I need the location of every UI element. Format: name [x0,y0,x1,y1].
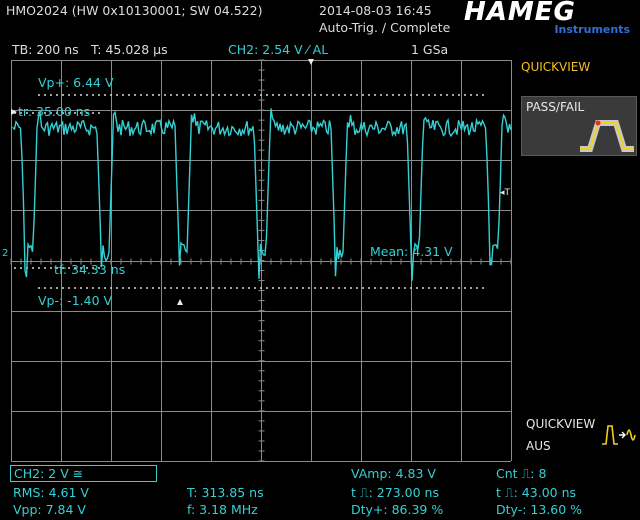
quickview-off-label[interactable]: AUS [526,439,551,453]
trigger-position-marker [308,59,314,65]
amplitude-value: VAmp: 4.83 V [351,466,436,481]
rise-time-label: tr: 35.00 ns [18,104,91,119]
passfail-label: PASS/FAIL [526,100,585,114]
rms-value: RMS: 4.61 V [13,485,89,500]
graticule [10,59,512,462]
fall-time-label: tf: 34.33 ns [54,262,126,277]
quickview-icon[interactable] [600,420,638,450]
period-value: T: 313.85 ns [187,485,264,500]
channel-2-setting[interactable]: CH2: 2 V ≅ [10,465,157,482]
passfail-button[interactable]: PASS/FAIL [521,96,637,156]
vp-plus-label: Vp+: 6.44 V [38,75,114,90]
vp-minus-label: Vp-: -1.40 V [38,293,113,308]
trigger-level-marker: ◂T [500,188,511,198]
count-value: Cnt ⎍: 8 [496,466,547,481]
negative-duty-value: Dty-: 13.60 % [496,502,583,517]
quickview-title[interactable]: QUICKVIEW [521,60,590,74]
positive-width-value: t ⎍: 273.00 ns [351,485,439,500]
quickview-label: QUICKVIEW [526,417,596,431]
mean-label: Mean: 4.31 V [370,244,453,259]
cursor-marker [177,299,183,305]
frequency-value: f: 3.18 MHz [187,502,258,517]
passfail-icon [580,120,634,152]
channel-2-label: CH2: 2 V ≅ [14,466,84,481]
rise-level-marker [11,109,17,115]
vpp-value: Vpp: 7.84 V [13,502,86,517]
negative-width-value: t ⎍: 43.00 ns [496,485,577,500]
positive-duty-value: Dty+: 86.39 % [351,502,444,517]
channel-2-level-marker: 2 [2,248,8,259]
